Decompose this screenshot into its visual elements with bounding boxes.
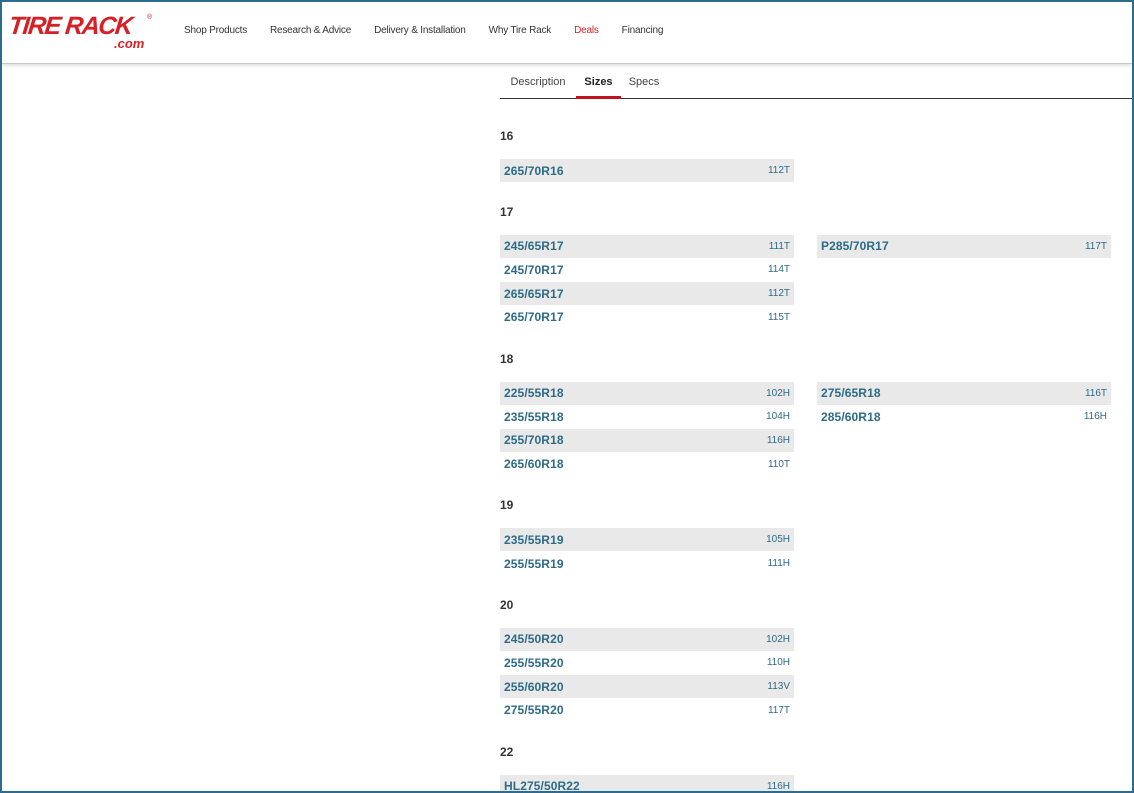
rim-size-heading: 20: [500, 597, 514, 612]
tire-size-link[interactable]: 245/70R17: [504, 263, 564, 277]
load-speed-rating: 114T: [767, 264, 790, 276]
tire-size-link[interactable]: P285/70R17: [821, 239, 889, 253]
load-speed-rating: 112T: [767, 165, 790, 176]
tab-specs[interactable]: Specs: [622, 66, 666, 98]
size-row[interactable]: 245/70R17 114T: [500, 258, 794, 281]
tab-sizes[interactable]: Sizes: [576, 66, 621, 99]
load-speed-rating: 105H: [766, 534, 790, 546]
nav-deals[interactable]: Deals: [574, 24, 599, 38]
load-speed-rating: 111T: [768, 240, 790, 252]
size-row[interactable]: 265/60R18 110T: [500, 453, 794, 476]
size-row[interactable]: 255/60R20 113V: [500, 675, 794, 699]
tire-size-link[interactable]: 265/70R17: [504, 310, 564, 324]
size-row[interactable]: 265/70R17 115T: [500, 306, 794, 329]
size-row[interactable]: 265/65R17 112T: [500, 282, 794, 306]
tire-size-link[interactable]: 255/55R19: [504, 557, 564, 571]
size-row[interactable]: HL275/50R22 116H: [500, 774, 794, 793]
load-speed-rating: 117T: [767, 704, 790, 716]
load-speed-rating: 111H: [767, 558, 790, 569]
nav-shop-products[interactable]: Shop Products: [184, 24, 247, 38]
size-row[interactable]: 255/55R20 110H: [500, 651, 794, 674]
rim-size-heading: 16: [500, 129, 514, 143]
tire-size-link[interactable]: 275/55R20: [504, 703, 564, 717]
tire-size-link[interactable]: 245/50R20: [504, 632, 564, 646]
load-speed-rating: 113V: [767, 681, 790, 693]
size-row[interactable]: 275/55R20 117T: [500, 699, 794, 722]
tire-size-link[interactable]: 255/55R20: [504, 656, 564, 670]
rim-size-heading: 22: [500, 744, 514, 759]
size-row[interactable]: 275/65R18 116T: [817, 381, 1111, 405]
size-row[interactable]: 235/55R18 104H: [500, 405, 794, 428]
main-nav: Shop Products Research & Advice Delivery…: [184, 24, 663, 38]
logo-registered-mark: ®: [147, 14, 153, 21]
size-row[interactable]: 245/65R17 111T: [500, 234, 794, 258]
load-speed-rating: 112T: [767, 288, 790, 300]
tire-size-link[interactable]: 285/60R18: [821, 410, 881, 424]
tire-size-link[interactable]: 265/60R18: [504, 457, 564, 471]
tire-rack-logo[interactable]: TIRE RACK ® .com: [8, 12, 154, 51]
tab-description[interactable]: Description: [500, 66, 576, 98]
tire-size-link[interactable]: 225/55R18: [504, 386, 564, 400]
nav-why-tire-rack[interactable]: Why Tire Rack: [489, 24, 552, 38]
site-header: TIRE RACK ® .com Shop Products Research …: [2, 2, 1132, 64]
size-row[interactable]: 255/55R19 111H: [500, 552, 794, 575]
size-row[interactable]: P285/70R17 117T: [817, 234, 1111, 258]
tire-size-link[interactable]: 265/70R16: [504, 164, 564, 178]
size-row[interactable]: 235/55R19 105H: [500, 528, 794, 552]
load-speed-rating: 110H: [766, 657, 790, 669]
tire-size-link[interactable]: HL275/50R22: [504, 779, 580, 793]
tire-size-link[interactable]: 255/60R20: [504, 680, 564, 694]
nav-delivery-installation[interactable]: Delivery & Installation: [374, 24, 466, 38]
tire-size-link[interactable]: 235/55R18: [504, 410, 564, 424]
tire-size-link[interactable]: 275/65R18: [821, 386, 881, 400]
size-row[interactable]: 255/70R18 116H: [500, 428, 794, 452]
rim-size-heading: 17: [500, 204, 514, 219]
rim-size-heading: 19: [500, 498, 514, 513]
rim-size-heading: 18: [500, 351, 514, 366]
load-speed-rating: 110T: [767, 458, 790, 470]
load-speed-rating: 117T: [1084, 240, 1107, 252]
load-speed-rating: 104H: [766, 411, 790, 423]
size-row[interactable]: 265/70R16 112T: [500, 159, 794, 182]
load-speed-rating: 116H: [766, 780, 790, 792]
nav-financing[interactable]: Financing: [622, 24, 664, 38]
tire-size-link[interactable]: 245/65R17: [504, 239, 564, 253]
tire-size-link[interactable]: 265/65R17: [504, 287, 564, 301]
load-speed-rating: 102H: [766, 387, 790, 399]
load-speed-rating: 116H: [1083, 411, 1107, 423]
nav-research-advice[interactable]: Research & Advice: [270, 24, 351, 38]
tire-size-link[interactable]: 235/55R19: [504, 533, 564, 547]
load-speed-rating: 116T: [1084, 387, 1107, 399]
tire-size-link[interactable]: 255/70R18: [504, 433, 564, 447]
size-row[interactable]: 225/55R18 102H: [500, 381, 794, 405]
load-speed-rating: 115T: [767, 311, 790, 323]
size-row[interactable]: 285/60R18 116H: [817, 405, 1111, 428]
product-tabs: Description Sizes Specs: [500, 66, 1132, 99]
size-row[interactable]: 245/50R20 102H: [500, 627, 794, 651]
load-speed-rating: 102H: [766, 633, 790, 645]
logo-dotcom: .com: [114, 36, 145, 51]
load-speed-rating: 116H: [766, 434, 790, 446]
